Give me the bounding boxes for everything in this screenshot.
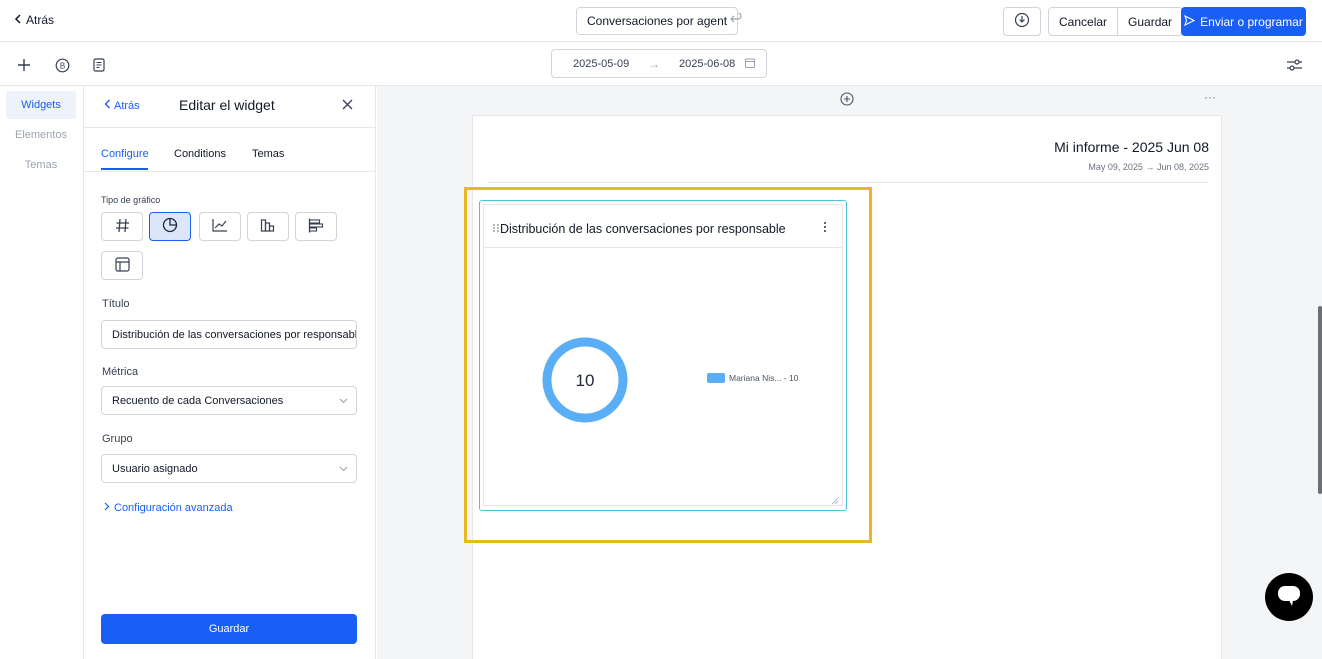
widget-title: Distribución de las conversaciones por r…: [500, 222, 786, 236]
report-canvas: ··· Mi informe - 2025 Jun 08 May 09, 202…: [377, 86, 1322, 659]
drag-handle-icon[interactable]: [492, 223, 500, 236]
download-icon: [1014, 12, 1030, 31]
report-name: Conversaciones por agent: [587, 14, 728, 28]
chart-type-table-button[interactable]: [101, 251, 143, 280]
chart-type-number-button[interactable]: [101, 212, 143, 241]
start-date: 2025-05-09: [573, 58, 630, 70]
report-name-field[interactable]: Conversaciones por agent: [576, 7, 739, 35]
chevron-right-icon: [104, 502, 110, 514]
panel-header: Atrás Editar el widget: [84, 86, 376, 128]
add-circle-icon[interactable]: [840, 92, 854, 106]
donut-center-value: 10: [576, 371, 595, 390]
document-icon[interactable]: [90, 56, 108, 74]
pie-widget[interactable]: Distribución de las conversaciones por r…: [479, 200, 847, 511]
top-bar: Atrás Conversaciones por agent Cancelar …: [0, 0, 1322, 42]
close-icon[interactable]: [342, 97, 353, 113]
chevron-down-icon: [339, 464, 348, 475]
tab-configure[interactable]: Configure: [101, 148, 149, 160]
cancel-button[interactable]: Cancelar: [1049, 8, 1117, 35]
rail-item-elementos[interactable]: Elementos: [6, 121, 76, 149]
send-label: Enviar o programar: [1200, 14, 1303, 29]
line-chart-icon: [212, 218, 228, 235]
rail-item-temas[interactable]: Temas: [6, 151, 76, 179]
coin-icon[interactable]: B: [53, 56, 71, 74]
calendar-icon: [745, 58, 755, 71]
chevron-left-icon: [14, 13, 22, 27]
chart-type-horizontal-bar-button[interactable]: [295, 212, 337, 241]
number-icon: [115, 218, 130, 236]
more-vertical-icon[interactable]: [823, 221, 827, 236]
settings-sliders-icon[interactable]: [1285, 56, 1303, 74]
divider: [484, 247, 842, 248]
chart-type-pie-button[interactable]: [149, 212, 191, 241]
back-button[interactable]: Atrás: [14, 13, 54, 27]
donut-chart: 10: [542, 337, 628, 423]
send-schedule-button[interactable]: Enviar o programar: [1181, 7, 1306, 36]
widget-body: Distribución de las conversaciones por r…: [483, 204, 843, 506]
panel-back-label: Atrás: [114, 99, 140, 112]
pie-chart-icon: [162, 217, 178, 236]
group-select[interactable]: Usuario asignado: [101, 454, 357, 483]
title-label: Título: [102, 298, 130, 310]
undo-icon[interactable]: [730, 12, 742, 28]
metric-select[interactable]: Recuento de cada Conversaciones: [101, 386, 357, 415]
action-button-group: Cancelar Guardar: [1048, 7, 1184, 36]
divider: [487, 182, 1209, 183]
panel-save-button[interactable]: Guardar: [101, 614, 357, 644]
horizontal-bar-icon: [308, 218, 324, 236]
panel-title: Editar el widget: [179, 97, 275, 113]
left-rail: Widgets Elementos Temas: [0, 86, 84, 659]
scrollbar[interactable]: [1318, 306, 1322, 494]
panel-back-button[interactable]: Atrás: [104, 99, 140, 112]
bar-chart-icon: [260, 218, 276, 235]
report-date-subtitle: May 09, 2025 → Jun 08, 2025: [1088, 162, 1209, 172]
report-title: Mi informe - 2025 Jun 08: [1054, 139, 1209, 155]
advanced-settings-label: Configuración avanzada: [114, 502, 233, 514]
tab-temas[interactable]: Temas: [252, 148, 284, 160]
send-icon: [1184, 14, 1196, 29]
chat-launcher-button[interactable]: [1265, 573, 1313, 621]
end-date: 2025-06-08: [679, 58, 736, 70]
table-icon: [114, 256, 130, 275]
svg-text:B: B: [59, 61, 64, 70]
secondary-toolbar: B 2025-05-09 → 2025-06-08: [0, 43, 1322, 86]
legend-label: Mariana Nis... - 10: [729, 373, 799, 383]
panel-tabs: Configure Conditions Temas: [84, 128, 376, 172]
group-value: Usuario asignado: [112, 462, 198, 475]
plus-icon[interactable]: [15, 56, 33, 74]
more-horizontal-icon[interactable]: ···: [1204, 90, 1216, 104]
chat-bubble-icon: [1277, 585, 1301, 610]
save-button[interactable]: Guardar: [1117, 8, 1182, 35]
chevron-left-icon: [104, 99, 111, 112]
metric-label: Métrica: [102, 366, 139, 378]
date-range-picker[interactable]: 2025-05-09 → 2025-06-08: [551, 49, 767, 78]
tab-conditions[interactable]: Conditions: [174, 148, 226, 160]
advanced-settings-toggle[interactable]: Configuración avanzada: [104, 502, 233, 514]
rail-item-widgets[interactable]: Widgets: [6, 91, 76, 119]
chart-type-line-button[interactable]: [199, 212, 241, 241]
arrow-right-icon: →: [648, 57, 660, 71]
metric-value: Recuento de cada Conversaciones: [112, 394, 284, 407]
download-button[interactable]: [1003, 7, 1041, 36]
chart-type-label: Tipo de gráfico: [101, 195, 161, 205]
title-input[interactable]: Distribución de las conversaciones por r…: [101, 320, 357, 349]
chart-legend: Mariana Nis... - 10: [707, 373, 798, 383]
chevron-down-icon: [339, 396, 348, 407]
back-label: Atrás: [26, 13, 55, 27]
group-label: Grupo: [102, 433, 133, 445]
legend-swatch: [707, 373, 725, 383]
widget-config-panel: Atrás Editar el widget Configure Conditi…: [84, 86, 376, 659]
chart-type-bar-button[interactable]: [247, 212, 289, 241]
active-tab-indicator: [101, 168, 148, 170]
resize-handle-icon[interactable]: [831, 494, 839, 505]
